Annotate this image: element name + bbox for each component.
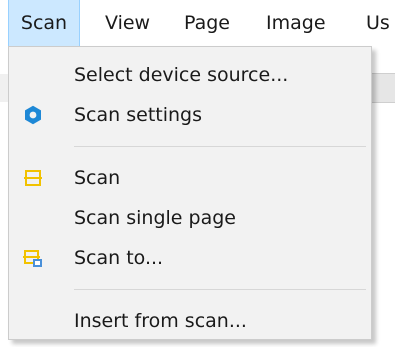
menu-view[interactable]: View bbox=[105, 0, 150, 46]
menu-item-label: Select device source... bbox=[74, 64, 289, 86]
menu-item-scan[interactable]: Scan bbox=[9, 158, 371, 198]
menu-separator bbox=[74, 146, 366, 147]
scan-dropdown-menu: Select device source... Scan settings Sc… bbox=[8, 46, 372, 340]
menu-scan[interactable]: Scan bbox=[8, 0, 80, 46]
gear-icon bbox=[23, 105, 43, 125]
menu-user[interactable]: Us bbox=[366, 0, 390, 46]
menu-item-scan-single-page[interactable]: Scan single page bbox=[9, 198, 371, 238]
menu-item-label: Scan bbox=[74, 167, 121, 189]
toolbar-strip-right bbox=[372, 73, 395, 103]
menu-item-scan-settings[interactable]: Scan settings bbox=[9, 95, 371, 135]
menu-item-label: Insert from scan... bbox=[74, 310, 247, 332]
scan-to-icon bbox=[23, 248, 43, 268]
menu-image[interactable]: Image bbox=[266, 0, 326, 46]
toolbar-strip-left bbox=[0, 74, 8, 102]
menu-item-scan-to[interactable]: Scan to... bbox=[9, 238, 371, 278]
scan-icon bbox=[23, 168, 43, 188]
menu-page[interactable]: Page bbox=[184, 0, 230, 46]
menu-separator bbox=[74, 289, 366, 290]
menu-item-select-device-source[interactable]: Select device source... bbox=[9, 55, 371, 95]
menu-bar: Scan View Page Image Us bbox=[0, 0, 395, 46]
menu-item-label: Scan single page bbox=[74, 207, 236, 229]
menu-item-label: Scan settings bbox=[74, 104, 202, 126]
menu-item-insert-from-scan[interactable]: Insert from scan... bbox=[9, 301, 371, 341]
menu-item-label: Scan to... bbox=[74, 247, 164, 269]
